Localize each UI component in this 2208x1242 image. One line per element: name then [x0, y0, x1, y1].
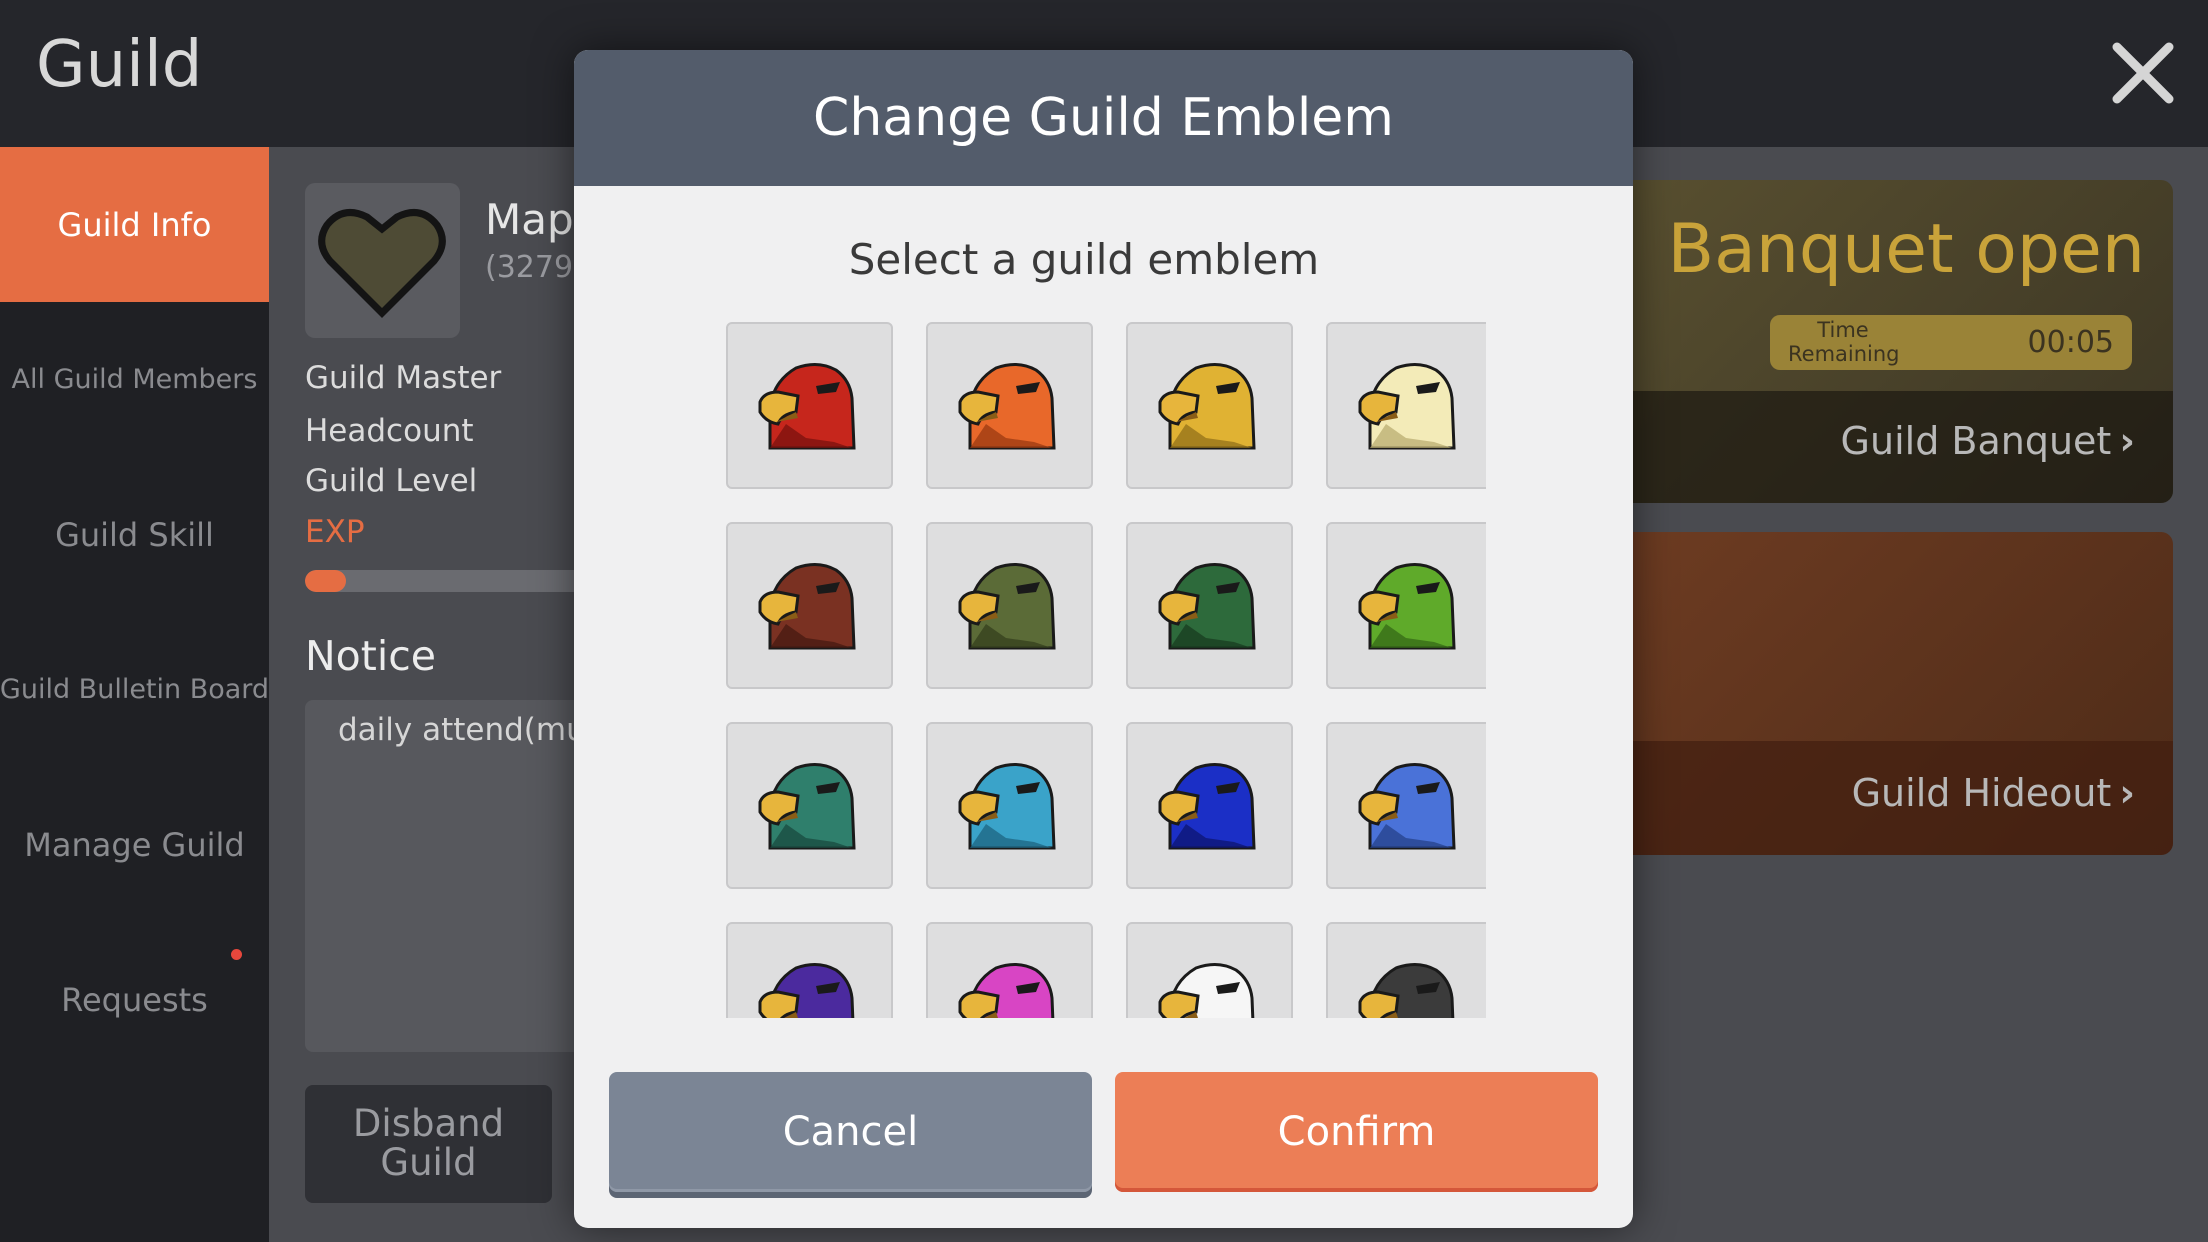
- chevron-right-icon: ›: [2119, 419, 2135, 463]
- notice-text: daily attend(mu: [338, 712, 586, 748]
- guild-emblem: [305, 183, 460, 338]
- emblem-option[interactable]: [726, 522, 893, 689]
- guild-hideout-label: Guild Hideout: [1851, 771, 2112, 815]
- emblem-option[interactable]: [726, 922, 893, 1018]
- disband-guild-button[interactable]: Disband Guild: [305, 1085, 552, 1203]
- emblem-option[interactable]: [1326, 722, 1486, 889]
- hideout-footer: Guild Hideout ›: [1600, 741, 2173, 855]
- guild-level-label: Guild Level: [305, 463, 478, 499]
- emblem-option[interactable]: [926, 922, 1093, 1018]
- emblem-option[interactable]: [1326, 522, 1486, 689]
- page-title: Guild: [36, 28, 203, 102]
- guild-name: Map: [485, 195, 574, 244]
- guild-master-label: Guild Master: [305, 360, 502, 396]
- guild-hideout-link[interactable]: Guild Hideout ›: [1852, 771, 2135, 815]
- hideout-card[interactable]: Guild Hideout ›: [1600, 532, 2173, 855]
- purple-eagle-icon: [758, 963, 855, 1018]
- emblem-option[interactable]: [926, 322, 1093, 489]
- sidebar-item-guild-skill[interactable]: Guild Skill: [0, 457, 269, 612]
- guild-banquet-label: Guild Banquet: [1840, 419, 2112, 463]
- emblem-option[interactable]: [1326, 322, 1486, 489]
- gold-eagle-icon: [1158, 363, 1256, 450]
- sidebar-item-requests[interactable]: Requests: [0, 922, 269, 1077]
- sidebar: Guild Info All Guild Members Guild Skill…: [0, 147, 269, 1242]
- dialog-header: Change Guild Emblem: [574, 50, 1633, 186]
- exp-label: EXP: [305, 514, 365, 550]
- emblem-option[interactable]: [1326, 922, 1486, 1018]
- sidebar-item-manage-guild[interactable]: Manage Guild: [0, 767, 269, 922]
- time-remaining-label: Time Remaining: [1788, 318, 1900, 366]
- confirm-button[interactable]: Confirm: [1115, 1072, 1598, 1192]
- emblem-option[interactable]: [926, 522, 1093, 689]
- lime-eagle-icon: [1358, 563, 1456, 650]
- notification-dot: [231, 949, 242, 960]
- olive-eagle-icon: [958, 563, 1056, 650]
- cancel-button[interactable]: Cancel: [609, 1072, 1092, 1192]
- emblem-option[interactable]: [1126, 322, 1293, 489]
- chevron-right-icon: ›: [2119, 771, 2135, 815]
- sky-eagle-icon: [958, 763, 1056, 850]
- time-remaining-value: 00:05: [2027, 325, 2114, 360]
- close-icon[interactable]: [2105, 35, 2181, 111]
- emblem-option[interactable]: [726, 322, 893, 489]
- emblem-option[interactable]: [726, 722, 893, 889]
- emblem-grid[interactable]: [726, 322, 1486, 1018]
- emblem-option[interactable]: [1126, 722, 1293, 889]
- exp-progress-fill: [305, 570, 346, 592]
- headcount-label: Headcount: [305, 413, 474, 449]
- dialog-title: Change Guild Emblem: [813, 88, 1394, 148]
- exp-progress-bar: [305, 570, 595, 592]
- notice-box: daily attend(mu: [305, 700, 605, 1052]
- banquet-title: Banquet open: [1667, 210, 2146, 289]
- blue-eagle-icon: [1158, 763, 1256, 850]
- red-eagle-icon: [758, 363, 856, 450]
- pink-eagle-icon: [958, 963, 1055, 1018]
- sidebar-item-guild-bulletin-board[interactable]: Guild Bulletin Board: [0, 612, 269, 767]
- change-emblem-dialog: Change Guild Emblem Select a guild emble…: [574, 50, 1633, 1228]
- guild-banquet-link[interactable]: Guild Banquet ›: [1841, 419, 2135, 463]
- black-eagle-icon: [1358, 963, 1455, 1018]
- emblem-option[interactable]: [1126, 522, 1293, 689]
- notice-title: Notice: [305, 632, 436, 680]
- emblem-option[interactable]: [1126, 922, 1293, 1018]
- emblem-option[interactable]: [926, 722, 1093, 889]
- periwinkle-eagle-icon: [1358, 763, 1456, 850]
- white-eagle-icon: [1158, 963, 1255, 1018]
- dialog-subtitle: Select a guild emblem: [848, 235, 1320, 284]
- brown-eagle-icon: [758, 563, 856, 650]
- sidebar-item-guild-info[interactable]: Guild Info: [0, 147, 269, 302]
- heart-icon: [318, 209, 446, 318]
- banquet-card[interactable]: Banquet open Time Remaining 00:05 Guild …: [1600, 180, 2173, 503]
- teal-eagle-icon: [758, 763, 856, 850]
- guild-id: (3279): [485, 250, 585, 285]
- cream-eagle-icon: [1358, 363, 1456, 450]
- dark-green-eagle-icon: [1158, 563, 1256, 650]
- time-remaining-badge: Time Remaining 00:05: [1770, 315, 2132, 370]
- sidebar-item-all-guild-members[interactable]: All Guild Members: [0, 302, 269, 457]
- orange-eagle-icon: [958, 363, 1056, 450]
- banquet-footer: Guild Banquet ›: [1600, 391, 2173, 503]
